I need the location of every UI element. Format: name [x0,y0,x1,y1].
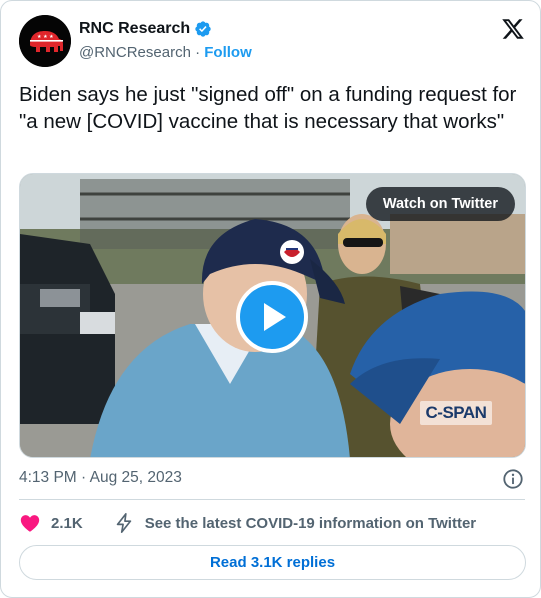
heart-icon [20,515,40,532]
like-button[interactable]: 2.1K [19,512,83,534]
account-handle[interactable]: @RNCResearch [79,44,191,61]
covid-info-link[interactable]: See the latest COVID-19 information on T… [113,512,476,534]
play-icon [264,303,286,331]
read-replies-button[interactable]: Read 3.1K replies [19,545,526,580]
divider [19,499,525,500]
like-count: 2.1K [51,514,83,532]
tweet-card: ★ ★ ★ RNC Research @RNCResearch · Follow… [0,0,541,598]
watch-on-twitter-button[interactable]: Watch on Twitter [365,187,515,221]
avatar[interactable]: ★ ★ ★ [19,15,71,67]
tweet-header: ★ ★ ★ RNC Research @RNCResearch · Follow [19,15,525,67]
x-logo-icon[interactable] [501,17,525,41]
follow-button[interactable]: Follow [204,44,252,61]
info-icon[interactable] [502,468,524,490]
lightning-icon [116,513,131,533]
display-name[interactable]: RNC Research [79,20,190,38]
video-player[interactable]: Watch on Twitter C-SPAN [19,173,526,458]
tweet-timestamp[interactable]: 4:13 PM · Aug 25, 2023 [19,469,182,487]
verified-badge-icon [195,21,211,37]
play-button[interactable] [236,281,308,353]
tweet-actions: 2.1K See the latest COVID-19 information… [19,511,476,535]
separator-dot: · [195,44,201,61]
republican-elephant-logo: ★ ★ ★ [19,15,71,67]
cspan-watermark: C-SPAN [420,401,492,425]
covid-info-label: See the latest COVID-19 information on T… [144,514,477,532]
tweet-text: Biden says he just "signed off" on a fun… [19,83,517,133]
svg-text:★ ★ ★: ★ ★ ★ [37,34,54,40]
